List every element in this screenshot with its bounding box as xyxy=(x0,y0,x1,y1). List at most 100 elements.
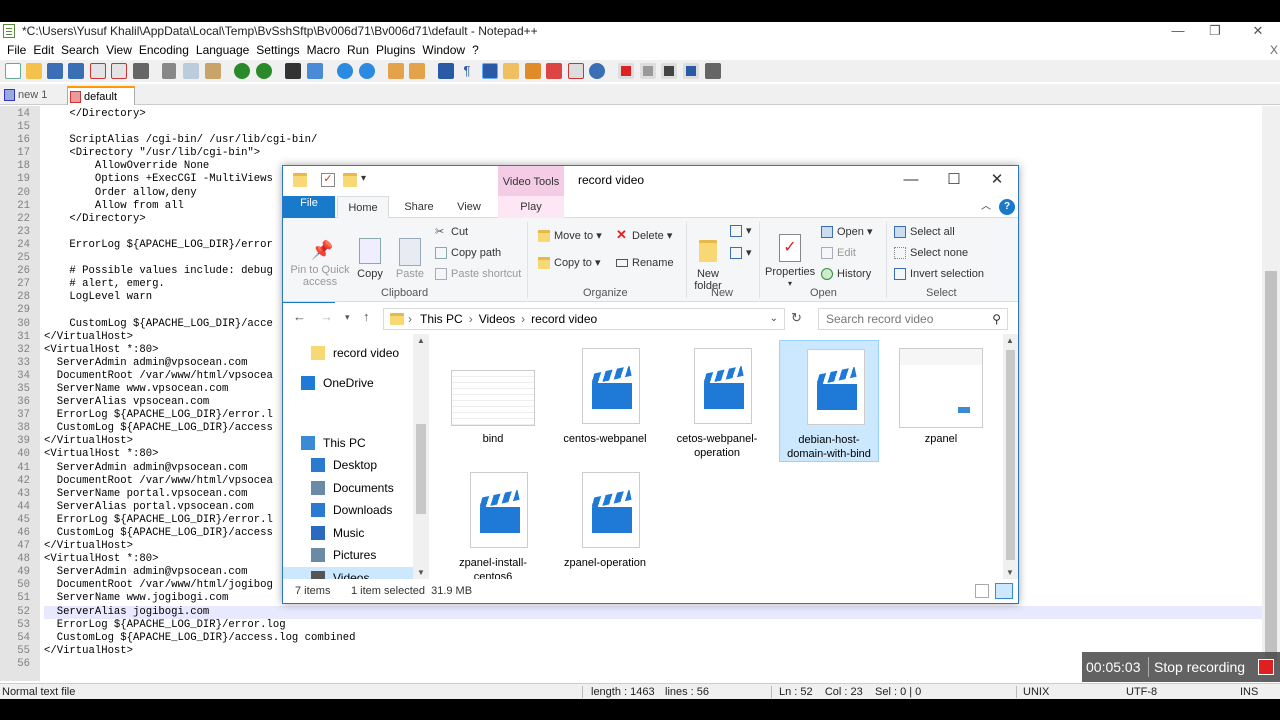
redo-icon[interactable] xyxy=(256,63,272,79)
line-text[interactable]: ErrorLog ${APACHE_LOG_DIR}/error xyxy=(44,239,272,251)
explorer-close-button[interactable]: ✕ xyxy=(976,166,1018,196)
line-text[interactable]: </VirtualHost> xyxy=(44,645,133,657)
replace-icon[interactable] xyxy=(307,63,323,79)
code-line[interactable]: 52 ServerAlias jogibogi.com xyxy=(17,605,1262,619)
move-to-button[interactable]: Move to ▾ xyxy=(538,228,602,244)
menu-search[interactable]: Search xyxy=(54,42,99,59)
code-line[interactable]: 54 CustomLog ${APACHE_LOG_DIR}/access.lo… xyxy=(17,632,1262,645)
tab-share[interactable]: Share xyxy=(393,196,445,218)
search-icon[interactable]: ⚲ xyxy=(992,309,1001,329)
scrollbar-thumb[interactable] xyxy=(1265,271,1277,661)
menu-language[interactable]: Language xyxy=(189,42,249,59)
menu-macro[interactable]: Macro xyxy=(300,42,340,59)
files-scrollbar[interactable]: ▲ ▼ xyxy=(1003,334,1018,579)
line-text[interactable]: Order allow,deny xyxy=(44,187,197,199)
close-all-icon[interactable] xyxy=(111,63,127,79)
nav-item-downloads[interactable]: Downloads xyxy=(283,499,413,521)
line-text[interactable]: ScriptAlias /cgi-bin/ /usr/lib/cgi-bin/ xyxy=(44,134,317,146)
undo-icon[interactable] xyxy=(234,63,250,79)
line-text[interactable]: CustomLog ${APACHE_LOG_DIR}/access xyxy=(44,527,273,539)
help-icon[interactable]: ? xyxy=(999,199,1015,215)
file-item[interactable]: bind xyxy=(443,340,543,462)
line-text[interactable]: <VirtualHost *:80> xyxy=(44,553,158,565)
save-all-icon[interactable] xyxy=(68,63,84,79)
code-line[interactable]: 56 xyxy=(17,658,1262,671)
menu-window[interactable]: Window xyxy=(415,42,465,59)
tab-view[interactable]: View xyxy=(445,196,493,218)
file-item[interactable]: centos-webpanel xyxy=(555,340,655,462)
line-text[interactable]: CustomLog ${APACHE_LOG_DIR}/access xyxy=(44,422,273,434)
editor-scrollbar[interactable] xyxy=(1262,106,1280,681)
tab-play[interactable]: Play xyxy=(498,196,564,218)
menu-file[interactable]: File xyxy=(0,42,26,59)
delete-button[interactable]: ✕ Delete ▾ xyxy=(616,227,672,244)
open-button[interactable]: Open ▾ xyxy=(821,224,873,240)
easy-access-button[interactable]: ▾ xyxy=(730,245,752,261)
nav-item-onedrive[interactable]: OneDrive xyxy=(283,372,413,394)
line-text[interactable]: ServerName www.jogibogi.com xyxy=(44,592,229,604)
zoom-in-icon[interactable] xyxy=(337,63,353,79)
line-text[interactable]: </VirtualHost> xyxy=(44,331,133,343)
file-item[interactable]: debian-host-domain-with-bind xyxy=(779,340,879,462)
copy-icon[interactable] xyxy=(183,63,199,79)
edit-button[interactable]: Edit xyxy=(821,245,856,261)
folder-workspace-icon[interactable] xyxy=(568,63,584,79)
stop-recording-button[interactable]: Stop recording xyxy=(1154,652,1245,682)
select-all-button[interactable]: Select all xyxy=(894,224,955,240)
explorer-minimize-button[interactable]: — xyxy=(890,166,932,196)
refresh-icon[interactable]: ↻ xyxy=(791,310,809,330)
new-folder-quick-icon[interactable] xyxy=(343,173,357,187)
pin-to-quick-access-button[interactable]: 📌 Pin to Quick access xyxy=(287,240,353,288)
run-macro-multiple-icon[interactable] xyxy=(683,63,699,79)
line-text[interactable]: # Possible values include: debug xyxy=(44,265,272,277)
show-all-chars-icon[interactable]: ¶ xyxy=(459,63,475,79)
scrollbar-thumb[interactable] xyxy=(416,424,426,514)
close-icon[interactable] xyxy=(90,63,106,79)
breadcrumb-this-pc[interactable]: This PC xyxy=(420,312,463,326)
close-button[interactable]: ✕ xyxy=(1236,22,1280,42)
new-item-button[interactable]: ▾ xyxy=(730,223,752,239)
new-folder-button[interactable]: New folder xyxy=(690,240,726,292)
rename-button[interactable]: Rename xyxy=(616,255,674,271)
paste-button[interactable]: Paste xyxy=(391,238,429,280)
search-input[interactable]: Search record video ⚲ xyxy=(818,308,1008,330)
breadcrumb-record-video[interactable]: record video xyxy=(531,312,597,326)
stop-macro-icon[interactable] xyxy=(640,63,656,79)
history-button[interactable]: History xyxy=(821,266,871,282)
menu-run[interactable]: Run xyxy=(340,42,369,59)
details-view-icon[interactable] xyxy=(975,584,989,598)
save-icon[interactable] xyxy=(47,63,63,79)
line-text[interactable]: DocumentRoot /var/www/html/vpsocea xyxy=(44,370,273,382)
line-text[interactable]: </VirtualHost> xyxy=(44,435,133,447)
menu-encoding[interactable]: Encoding xyxy=(132,42,189,59)
line-text[interactable]: AllowOverride None xyxy=(44,160,209,172)
breadcrumb-videos[interactable]: Videos xyxy=(479,312,515,326)
user-lang-icon[interactable] xyxy=(503,63,519,79)
play-macro-icon[interactable] xyxy=(661,63,677,79)
recent-locations-icon[interactable]: ▾ xyxy=(345,312,350,323)
code-line[interactable]: 16 ScriptAlias /cgi-bin/ /usr/lib/cgi-bi… xyxy=(17,134,1262,147)
address-dropdown-icon[interactable]: ⌄ xyxy=(770,309,778,329)
indent-guide-icon[interactable] xyxy=(482,63,498,79)
line-text[interactable]: ErrorLog ${APACHE_LOG_DIR}/error.l xyxy=(44,514,273,526)
monitor-icon[interactable] xyxy=(589,63,605,79)
invert-selection-button[interactable]: Invert selection xyxy=(894,266,984,282)
sync-vertical-icon[interactable] xyxy=(388,63,404,79)
customize-quick-access-icon[interactable]: ▾ xyxy=(361,173,375,187)
open-file-icon[interactable] xyxy=(26,63,42,79)
word-wrap-icon[interactable] xyxy=(438,63,454,79)
cut-button[interactable]: ✂ Cut xyxy=(435,224,468,240)
tab-default[interactable]: default ✕ xyxy=(67,86,135,121)
menu-edit[interactable]: Edit xyxy=(26,42,54,59)
line-text[interactable]: LogLevel warn xyxy=(44,291,152,303)
line-text[interactable]: ServerAdmin admin@vpsocean.com xyxy=(44,462,248,474)
line-text[interactable]: ServerName www.vpsocean.com xyxy=(44,383,229,395)
forward-arrow-icon[interactable]: → xyxy=(320,309,333,324)
nav-item-record-video[interactable]: record video xyxy=(283,342,413,364)
line-text[interactable]: ServerName portal.vpsocean.com xyxy=(44,488,248,500)
nav-scrollbar[interactable]: ▲ ▼ xyxy=(413,334,429,579)
collapse-ribbon-icon[interactable]: ︿ xyxy=(978,196,994,218)
record-macro-icon[interactable] xyxy=(618,63,634,79)
paste-icon[interactable] xyxy=(205,63,221,79)
line-text[interactable]: CustomLog ${APACHE_LOG_DIR}/acce xyxy=(44,318,272,330)
